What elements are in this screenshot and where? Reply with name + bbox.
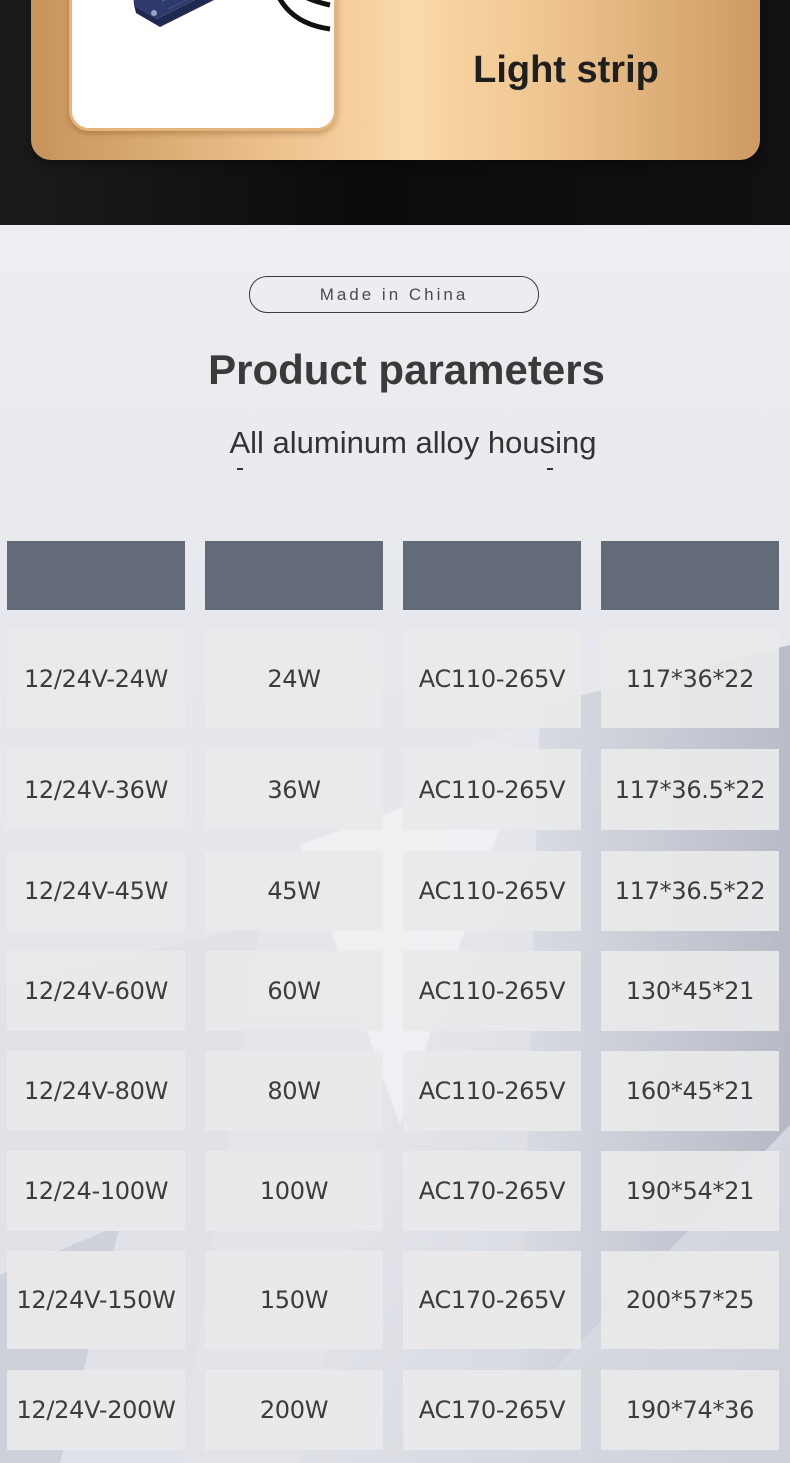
table-cell: 190*74*36 [601,1370,779,1450]
table-cell: AC170-265V [403,1251,581,1349]
table-cell: 117*36*22 [601,630,779,728]
table-header-cell [403,541,581,610]
table-cell: 200*57*25 [601,1251,779,1349]
subtitle-tick-mark [237,468,243,470]
table-cell: 130*45*21 [601,951,779,1031]
table-cell: AC170-265V [403,1370,581,1450]
table-cell: 36W [205,749,383,830]
table-cell: 12/24V-36W [7,749,185,830]
table-cell: 60W [205,951,383,1031]
table-cell: 12/24V-45W [7,851,185,931]
table-cell: 100W [205,1151,383,1231]
table-cell: 190*54*21 [601,1151,779,1231]
hero-banner: Light strip [0,0,790,225]
table-cell: 160*45*21 [601,1051,779,1131]
table-cell: 117*36.5*22 [601,749,779,830]
table-cell: AC170-265V [403,1151,581,1231]
table-cell: 45W [205,851,383,931]
table-header-cell [7,541,185,610]
table-cell: 117*36.5*22 [601,851,779,931]
table-cell: 150W [205,1251,383,1349]
table-cell: 80W [205,1051,383,1131]
table-cell: 12/24V-60W [7,951,185,1031]
table-cell: 12/24V-80W [7,1051,185,1131]
table-header-cell [601,541,779,610]
section-subtitle: All aluminum alloy housing [229,425,597,460]
table-cell: 12/24V-24W [7,630,185,728]
table-cell: 12/24V-200W [7,1370,185,1450]
table-cell: AC110-265V [403,630,581,728]
table-cell: AC110-265V [403,851,581,931]
table-cell: AC110-265V [403,1051,581,1131]
product-image [69,0,337,131]
table-cell: AC110-265V [403,749,581,830]
table-cell: 12/24V-150W [7,1251,185,1349]
subtitle-tick-mark [547,468,553,470]
made-in-badge: Made in China [249,276,539,313]
table-cell: AC110-265V [403,951,581,1031]
table-cell: 200W [205,1370,383,1450]
parameters-section: Made in China Product parameters All alu… [0,225,790,1463]
power-supply-illustration [133,0,331,32]
table-header-cell [205,541,383,610]
banner-title: Light strip [473,49,659,91]
table-cell: 24W [205,630,383,728]
section-title: Product parameters [208,346,605,393]
table-cell: 12/24-100W [7,1151,185,1231]
banner-card: Light strip [31,0,760,160]
